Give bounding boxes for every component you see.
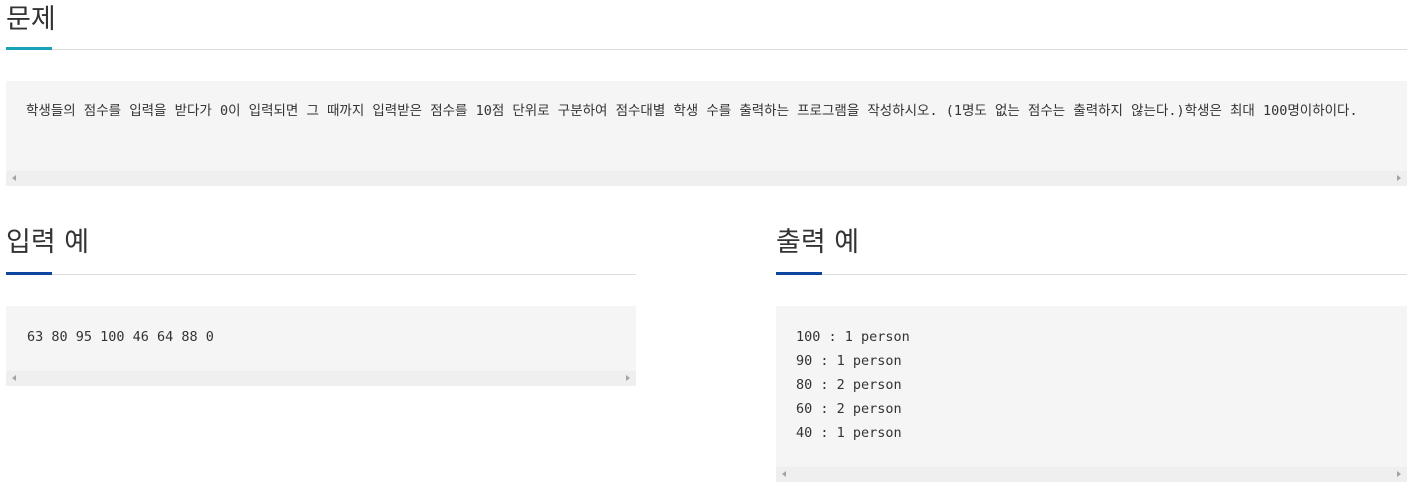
problem-heading-divider (6, 49, 1407, 50)
output-example-line: 80 : 2 person (796, 377, 902, 393)
scroll-left-arrow-icon[interactable] (12, 175, 16, 181)
output-example-box: 100 : 1 person 90 : 1 person 80 : 2 pers… (776, 306, 1407, 482)
problem-description: 학생들의 점수를 입력을 받다가 0이 입력되면 그 때까지 입력받은 점수를 … (26, 103, 1358, 119)
input-example-heading: 입력 예 (6, 227, 90, 258)
output-example-horizontal-scrollbar[interactable] (776, 467, 1407, 482)
output-example-line: 60 : 2 person (796, 401, 902, 417)
output-example-line: 100 : 1 person (796, 329, 910, 345)
problem-heading-accent (6, 47, 52, 50)
scroll-left-arrow-icon[interactable] (782, 471, 786, 477)
input-example-divider (6, 274, 636, 275)
scroll-right-arrow-icon[interactable] (626, 375, 630, 381)
input-example-horizontal-scrollbar[interactable] (6, 371, 636, 386)
input-example-box: 63 80 95 100 46 64 88 0 (6, 306, 636, 386)
output-example-line: 40 : 1 person (796, 425, 902, 441)
scroll-left-arrow-icon[interactable] (12, 375, 16, 381)
output-example-divider (776, 274, 1407, 275)
output-example-line: 90 : 1 person (796, 353, 902, 369)
scroll-right-arrow-icon[interactable] (1397, 175, 1401, 181)
scroll-right-arrow-icon[interactable] (1397, 471, 1401, 477)
problem-heading: 문제 (6, 4, 56, 35)
problem-text-box: 학생들의 점수를 입력을 받다가 0이 입력되면 그 때까지 입력받은 점수를 … (6, 81, 1407, 186)
output-example-accent (776, 272, 822, 275)
input-example-accent (6, 272, 52, 275)
output-example-heading: 출력 예 (776, 227, 860, 258)
input-example-line: 63 80 95 100 46 64 88 0 (27, 329, 214, 345)
problem-horizontal-scrollbar[interactable] (6, 171, 1407, 186)
